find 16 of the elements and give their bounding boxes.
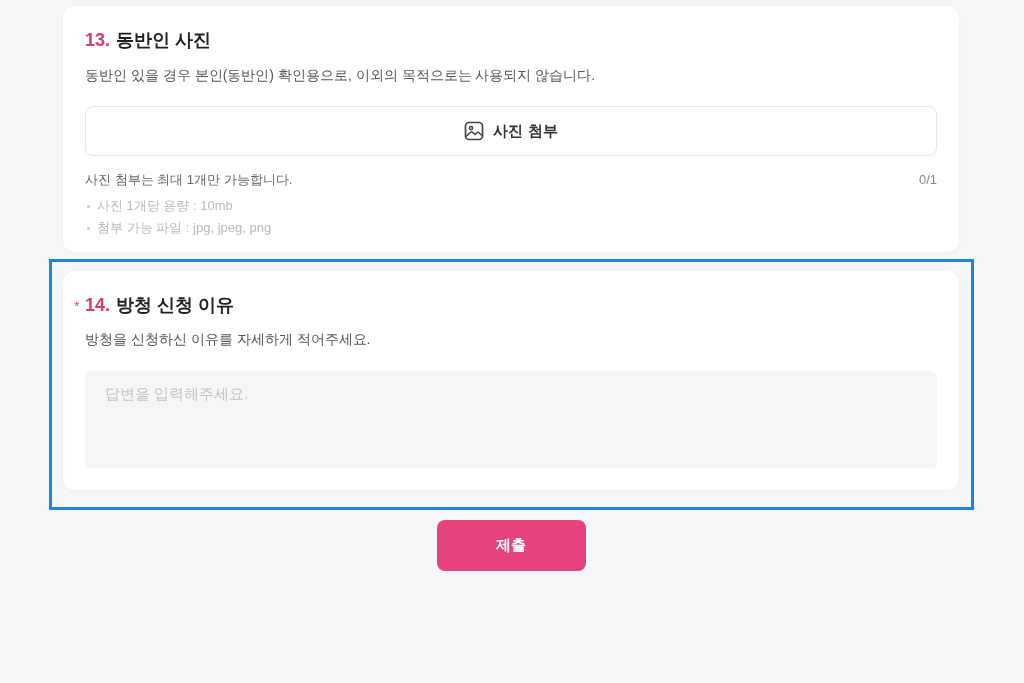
attachment-count: 0/1 (918, 171, 937, 189)
attach-photo-button[interactable]: 사진 첨부 (85, 106, 937, 156)
question-number: 14. (85, 294, 111, 317)
question-number: 13. (85, 29, 111, 52)
submit-button[interactable]: 제출 (436, 520, 586, 571)
bullet-dot-icon (87, 204, 90, 208)
bullet-dot-icon (87, 226, 90, 230)
question-description: 방청을 신청하신 이유를 자세하게 적어주세요. (85, 330, 372, 349)
required-mark: * (74, 297, 81, 316)
question-title: 동반인 사진 (116, 29, 212, 52)
question-title: 방청 신청 이유 (116, 294, 235, 317)
question-description: 동반인 있을 경우 본인(동반인) 확인용으로, 이외의 목적으로는 사용되지 않습니다. (85, 66, 597, 85)
rule-text: 사진 1개당 용량 : 10mb (97, 197, 233, 215)
rule-text: 첨부 가능 파일 : jpg, jpeg, png (97, 219, 272, 237)
attachment-note: 사진 첨부는 최대 1개만 가능합니다. (85, 171, 293, 189)
image-icon (464, 121, 485, 141)
